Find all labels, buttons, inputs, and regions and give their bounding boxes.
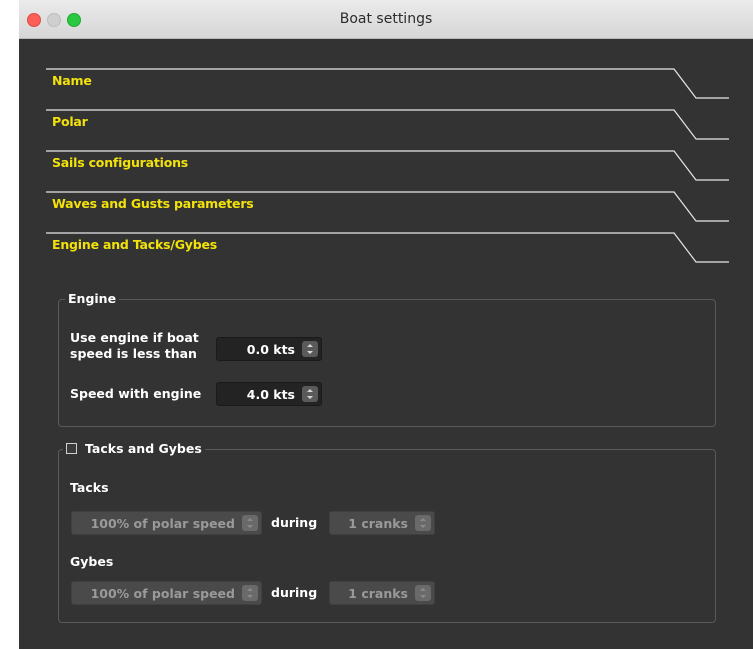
section-tab-name[interactable]: Name [19,68,753,110]
spinner-arrows-icon[interactable] [242,515,258,531]
window-title: Boat settings [339,11,433,27]
speed-with-engine-label: Speed with engine [70,386,202,401]
tacks-cranks-value: 1 cranks [348,516,408,531]
use-engine-label-line1: Use engine if boat [70,330,199,345]
use-engine-speed-value: 0.0 kts [246,342,295,357]
section-tab-label: Name [52,73,92,88]
section-tab-label: Waves and Gusts parameters [52,196,254,211]
tacks-and-gybes-legend: Tacks and Gybes [63,441,205,456]
section-tab-divider [46,68,729,99]
tacks-and-gybes-checkbox[interactable] [66,443,77,454]
engine-group-title: Engine [65,291,120,306]
tacks-and-gybes-group: Tacks and Gybes Tacks 100% of polar spee… [58,441,716,623]
use-engine-label: Use engine if boat speed is less than [70,330,199,362]
section-tab-label: Engine and Tacks/Gybes [52,237,217,252]
spinner-arrows-icon[interactable] [242,585,258,601]
spinner-arrows-icon[interactable] [415,585,431,601]
gybes-during-label: during [271,585,318,600]
section-tab-waves-and-gusts[interactable]: Waves and Gusts parameters [19,191,753,233]
engine-group: Engine Use engine if boat speed is less … [58,291,716,427]
gybes-polar-speed-value: 100% of polar speed [90,586,235,601]
section-tab-label: Polar [52,114,88,129]
tacks-label: Tacks [70,480,109,495]
section-tab-label: Sails configurations [52,155,189,170]
section-tab-engine-and-tacks[interactable]: Engine and Tacks/Gybes [19,232,753,274]
speed-with-engine-spinbox[interactable]: 4.0 kts [216,382,322,406]
tacks-polar-speed-value: 100% of polar speed [90,516,235,531]
tacks-during-label: during [271,515,318,530]
tacks-cranks-spinbox[interactable]: 1 cranks [329,511,435,535]
tacks-polar-speed-spinbox[interactable]: 100% of polar speed [71,511,262,535]
section-tab-divider [46,109,729,140]
spinner-arrows-icon[interactable] [302,341,318,357]
use-engine-label-line2: speed is less than [70,346,197,361]
gybes-polar-speed-spinbox[interactable]: 100% of polar speed [71,581,262,605]
spinner-arrows-icon[interactable] [415,515,431,531]
gybes-cranks-value: 1 cranks [348,586,408,601]
boat-settings-window: Boat settings Name Polar Sails configura… [19,0,753,649]
section-list: Name Polar Sails configurations Waves an… [19,39,753,279]
section-tab-polar[interactable]: Polar [19,109,753,151]
use-engine-speed-spinbox[interactable]: 0.0 kts [216,337,322,361]
speed-with-engine-value: 4.0 kts [246,387,295,402]
section-tab-sails-configurations[interactable]: Sails configurations [19,150,753,192]
tacks-and-gybes-title: Tacks and Gybes [85,441,202,456]
spinner-arrows-icon[interactable] [302,386,318,402]
gybes-label: Gybes [70,554,114,569]
gybes-cranks-spinbox[interactable]: 1 cranks [329,581,435,605]
title-bar[interactable]: Boat settings [19,0,753,39]
